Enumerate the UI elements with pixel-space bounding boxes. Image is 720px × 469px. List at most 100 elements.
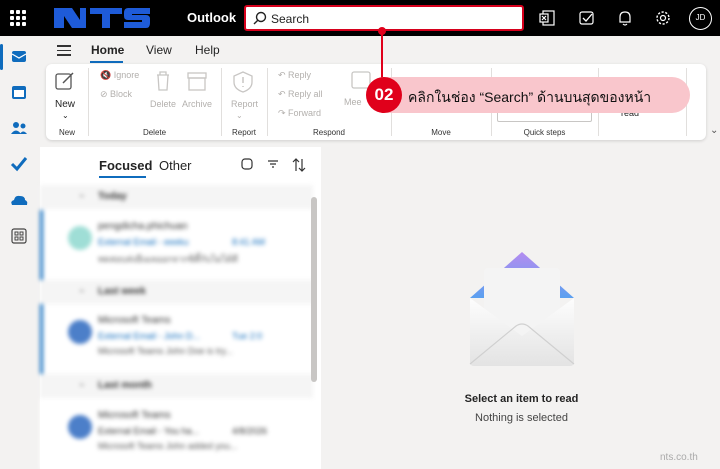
sender: Microsoft Teams [98, 315, 171, 326]
reading-pane: Select an item to read Nothing is select… [323, 147, 720, 469]
apps-icon[interactable] [9, 226, 29, 246]
top-bar: Outlook Search JD [0, 0, 720, 36]
avatar [68, 320, 92, 344]
tab-help[interactable]: Help [195, 43, 220, 57]
divider [267, 68, 268, 136]
search-icon [253, 11, 267, 25]
section-label: Last month [98, 380, 152, 391]
search-placeholder: Search [271, 12, 310, 26]
report-shield-icon [233, 71, 253, 93]
message-list-scrollbar[interactable] [311, 197, 317, 382]
hamburger-icon[interactable] [57, 45, 71, 59]
message-list: Focused Other ⌄ Today pengdicha.phichuan… [40, 147, 321, 469]
list-item[interactable]: Microsoft Teams External Email - John D.… [40, 304, 313, 374]
ribbon-expand-icon[interactable]: ⌄ [710, 125, 718, 136]
preview: Microsoft Teams John added you... [98, 441, 238, 451]
empty-envelope-illustration [469, 252, 575, 366]
report-button[interactable]: Report [231, 99, 258, 109]
unread-indicator [40, 304, 43, 374]
group-report-label: Report [231, 128, 256, 137]
new-mail-icon [55, 72, 74, 90]
section-last-week[interactable]: ⌄ Last week [40, 280, 313, 304]
unread-indicator [40, 210, 43, 280]
subject: External Email - eeeku [98, 237, 189, 247]
section-label: Today [98, 191, 127, 202]
rail-active-indicator [0, 44, 3, 70]
group-quick-steps-label: Quick steps [523, 128, 566, 137]
preview: Microsoft Teams John Doe is try... [98, 346, 233, 356]
left-rail [0, 36, 38, 469]
time: 4/8/2026 [232, 426, 268, 436]
avatar [68, 415, 92, 439]
block-button[interactable]: ⊘ Block [100, 89, 132, 100]
calendar-icon[interactable] [9, 82, 29, 102]
section-label: Last week [98, 286, 146, 297]
sender: pengdicha.phichuan [98, 221, 188, 232]
time: Tue 2:0 [232, 331, 263, 341]
user-avatar[interactable]: JD [689, 7, 712, 30]
archive-button[interactable]: Archive [182, 99, 212, 109]
section-today[interactable]: ⌄ Today [40, 185, 313, 209]
filter-icon[interactable] [266, 157, 280, 171]
chevron-down-icon: ⌄ [78, 378, 86, 388]
chevron-down-icon: ⌄ [78, 189, 86, 199]
delete-button[interactable]: Delete [150, 99, 176, 109]
select-icon[interactable] [240, 157, 254, 171]
callout-pointer-line [381, 30, 383, 78]
sort-icon[interactable] [291, 157, 307, 173]
tasks-icon[interactable] [578, 9, 596, 27]
subject: External Email - You ha... [98, 426, 200, 436]
avatar [68, 226, 92, 250]
group-new-label: New [58, 128, 75, 137]
list-item[interactable]: Microsoft Teams External Email - You ha.… [40, 399, 313, 469]
forward-label: Forward [288, 108, 322, 118]
forward-button[interactable]: ↷ Forward [278, 108, 321, 119]
sender: Microsoft Teams [98, 410, 171, 421]
chevron-down-icon: ⌄ [78, 284, 86, 294]
archive-icon [187, 72, 207, 91]
instruction-text: คลิกในช่อง “Search” ด้านบนสุดของหน้า [408, 89, 652, 105]
tab-active-underline [90, 61, 123, 63]
report-dropdown-icon[interactable]: ⌄ [236, 111, 243, 120]
list-item[interactable]: pengdicha.phichuan External Email - eeek… [40, 210, 313, 280]
bell-icon[interactable] [616, 9, 634, 27]
ignore-button[interactable]: 🔇 Ignore [100, 70, 139, 81]
tab-home[interactable]: Home [91, 43, 124, 57]
todo-icon[interactable] [9, 154, 29, 174]
trash-icon [157, 71, 169, 91]
block-label: Block [110, 89, 133, 99]
new-dropdown-icon[interactable]: ⌄ [62, 111, 69, 120]
time: 8:41 AM [232, 237, 266, 247]
preview: ทดสอบส่งอีเมลออกจากซิตี้กับไม่ได้ดี [98, 254, 239, 264]
reply-button[interactable]: ↶ Reply [278, 70, 311, 81]
divider [88, 68, 89, 136]
group-respond-label: Respond [312, 128, 346, 137]
watermark: nts.co.th [660, 452, 698, 463]
tab-focused[interactable]: Focused [99, 158, 152, 173]
reply-label: Reply [288, 70, 312, 80]
new-button[interactable]: New [55, 99, 75, 110]
gear-icon[interactable] [654, 9, 672, 27]
meeting-button[interactable]: Mee [344, 97, 362, 107]
group-move-label: Move [431, 128, 451, 137]
focused-underline [99, 176, 146, 178]
divider [221, 68, 222, 136]
menu-bar: Home View Help [38, 36, 720, 64]
section-last-month[interactable]: ⌄ Last month [40, 374, 313, 398]
empty-state-title: Select an item to read [464, 393, 579, 405]
nts-logo [54, 8, 150, 28]
group-delete-label: Delete [142, 128, 167, 137]
reply-all-label: Reply all [288, 89, 323, 99]
excel-icon[interactable] [538, 9, 556, 27]
ignore-label: Ignore [113, 70, 140, 80]
subject: External Email - John D... [98, 331, 201, 341]
mail-icon[interactable] [9, 46, 29, 66]
reply-all-button[interactable]: ↶ Reply all [278, 89, 323, 100]
tab-view[interactable]: View [146, 43, 172, 57]
app-launcher-icon[interactable] [10, 10, 26, 26]
empty-state-subtitle: Nothing is selected [475, 412, 568, 424]
step-number-badge: 02 [366, 77, 402, 113]
tab-other[interactable]: Other [159, 158, 192, 173]
people-icon[interactable] [9, 118, 29, 138]
onedrive-icon[interactable] [9, 190, 29, 210]
